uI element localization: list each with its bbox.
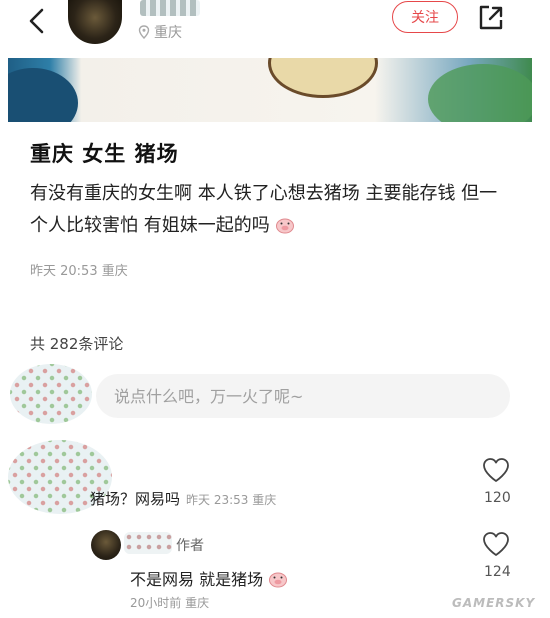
author-reply-avatar[interactable] bbox=[91, 530, 121, 560]
top-bar: 重庆 关注 bbox=[0, 0, 550, 50]
comment-count: 共 282条评论 bbox=[30, 335, 124, 353]
like-count: 120 bbox=[484, 490, 511, 506]
comment-text: 不是网易 就是猪场 bbox=[130, 570, 264, 589]
comment-input[interactable] bbox=[96, 374, 510, 418]
pig-emoji-icon bbox=[276, 218, 295, 234]
post-body: 有没有重庆的女生啊 本人铁了心想去猪场 主要能存钱 但一个人比较害怕 有姐妹一起… bbox=[30, 178, 510, 242]
author-avatar[interactable] bbox=[68, 0, 122, 44]
post-meta: 昨天 20:53 重庆 bbox=[30, 264, 128, 279]
post-body-text: 有没有重庆的女生啊 本人铁了心想去猪场 主要能存钱 但一个人比较害怕 有姐妹一起… bbox=[30, 183, 498, 236]
location-label: 重庆 bbox=[154, 25, 182, 41]
like-count: 124 bbox=[484, 564, 511, 580]
heart-icon[interactable] bbox=[482, 457, 510, 483]
comment-meta: 昨天 23:53 重庆 bbox=[186, 493, 277, 507]
follow-button[interactable]: 关注 bbox=[392, 1, 458, 33]
author-name-redacted[interactable] bbox=[140, 0, 200, 16]
comment-item: 猪场？网易吗 昨天 23:53 重庆 bbox=[90, 488, 276, 509]
comment-item: 不是网易 就是猪场 bbox=[130, 566, 288, 590]
location-pin-icon bbox=[138, 25, 150, 39]
post-image[interactable] bbox=[8, 58, 532, 122]
back-icon[interactable] bbox=[22, 6, 52, 36]
share-icon[interactable] bbox=[477, 4, 505, 32]
heart-icon[interactable] bbox=[482, 531, 510, 557]
comment-meta: 20小时前 重庆 bbox=[130, 596, 210, 610]
pig-emoji-icon bbox=[269, 572, 288, 588]
author-location: 重庆 bbox=[138, 23, 182, 41]
comment-text: 猪场？网易吗 bbox=[90, 490, 181, 508]
author-reply-name-redacted[interactable] bbox=[124, 532, 172, 554]
current-user-avatar bbox=[10, 364, 92, 424]
post-title: 重庆 女生 猪场 bbox=[30, 142, 179, 166]
watermark: GAMERSKY bbox=[452, 596, 536, 610]
author-badge: 作者 bbox=[176, 538, 204, 554]
